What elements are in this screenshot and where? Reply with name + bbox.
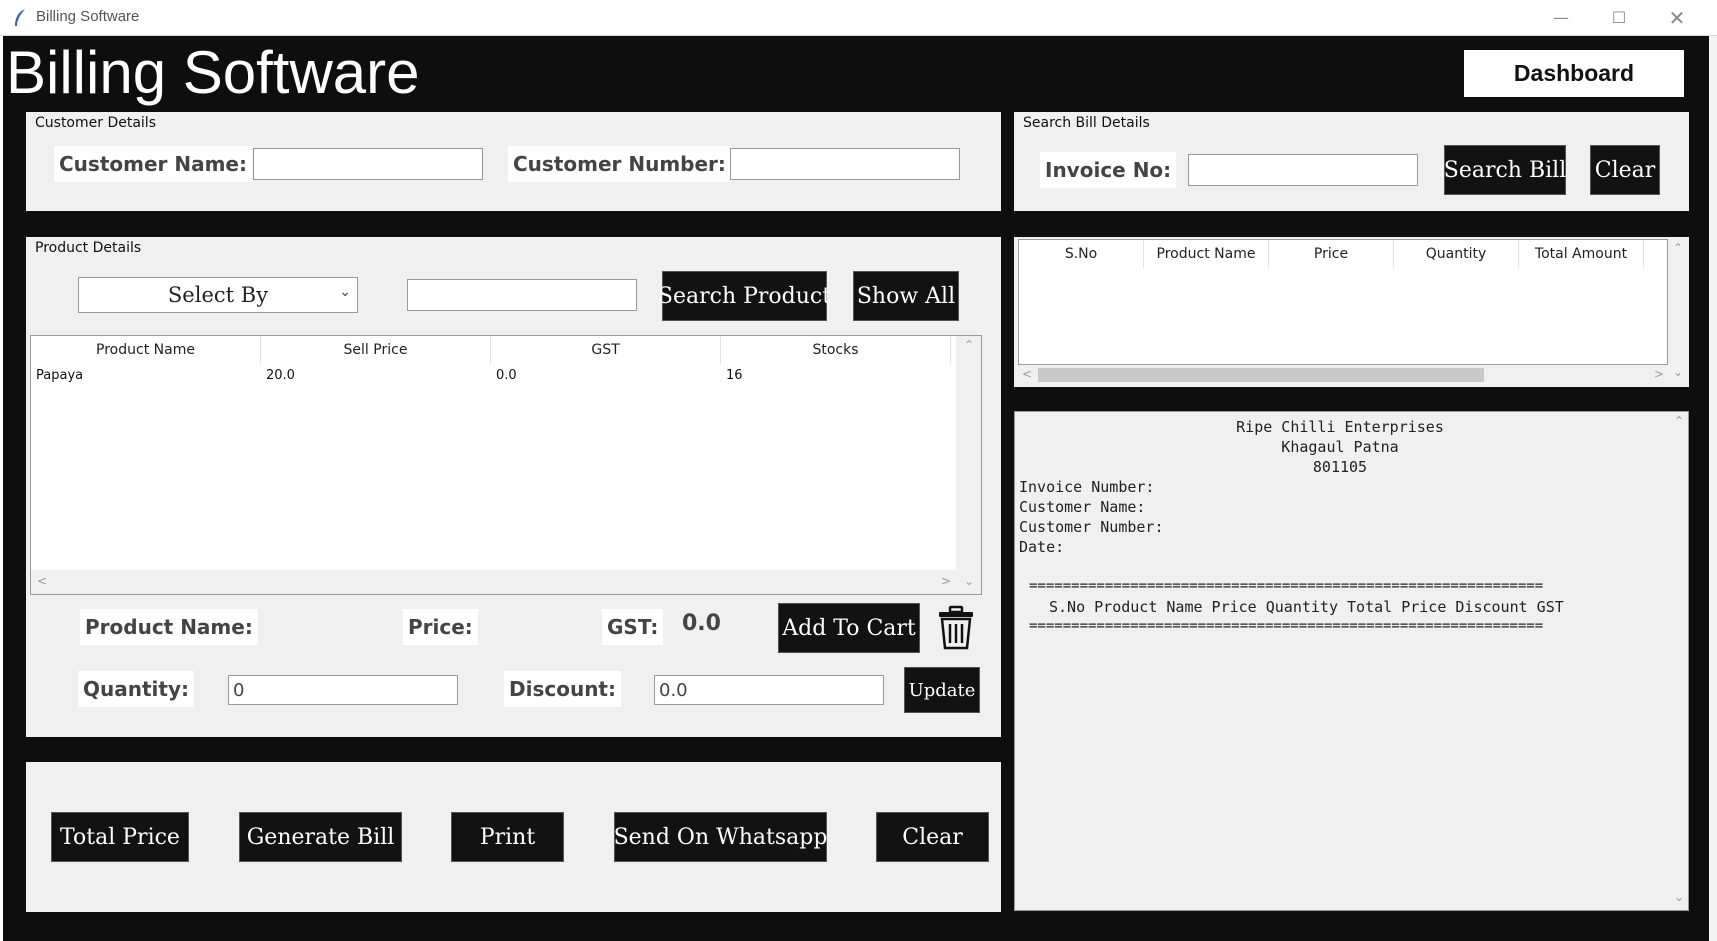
scroll-down-icon[interactable]: ⌄ [1674,890,1684,904]
scroll-left-icon[interactable]: < [37,574,47,588]
feather-icon [15,9,25,26]
bill-separator: ========================================… [1029,578,1544,594]
search-bill-button[interactable]: Search Bill [1444,145,1566,195]
actions-panel: Total Price Generate Bill Print Send On … [26,762,1001,912]
cart-table[interactable]: S.No Product Name Price Quantity Total A… [1018,239,1668,365]
search-bill-label: Search Bill Details [1023,115,1150,131]
scrollbar-thumb[interactable] [1038,368,1484,382]
customer-number-label: Customer Number: [508,146,731,182]
gst-label: GST: [602,609,664,645]
bill-separator: ========================================… [1029,618,1544,634]
total-price-button[interactable]: Total Price [51,812,189,862]
maximize-icon[interactable]: ☐ [1596,4,1642,32]
invoice-no-label: Invoice No: [1040,152,1177,188]
gst-value: 0.0 [682,611,721,636]
window-title: Billing Software [36,8,140,25]
customer-details-label: Customer Details [35,115,156,131]
column-header[interactable]: Product Name [1144,240,1269,268]
table-cell: 16 [726,368,743,383]
product-table[interactable]: Product Name Sell Price GST Stocks Papay… [30,335,982,595]
bill-invoice-number: Invoice Number: [1019,478,1155,496]
bill-company-city: Khagaul Patna [1281,438,1399,456]
quantity-input[interactable] [228,675,458,705]
table-cell: 20.0 [266,368,295,383]
clear-button[interactable]: Clear [876,812,989,862]
generate-bill-button[interactable]: Generate Bill [239,812,402,862]
bill-date: Date: [1019,538,1065,556]
print-button[interactable]: Print [451,812,564,862]
window-edge [1709,36,1717,941]
trash-icon[interactable] [937,605,975,651]
horizontal-scrollbar[interactable]: < > [1018,365,1668,385]
price-label: Price: [403,609,478,645]
column-header[interactable]: Stocks [721,336,951,364]
scroll-down-icon[interactable]: ⌄ [964,574,974,588]
discount-label: Discount: [504,671,621,707]
column-header[interactable]: Product Name [31,336,261,364]
search-bill-clear-button[interactable]: Clear [1590,145,1660,195]
dashboard-button[interactable]: Dashboard [1464,50,1684,97]
vertical-scrollbar[interactable]: ⌃ ⌄ [956,336,981,594]
column-header[interactable]: GST [491,336,721,364]
product-search-input[interactable] [407,279,637,311]
scroll-up-icon[interactable]: ⌃ [1673,241,1683,255]
customer-name-input[interactable] [253,148,483,180]
cart-panel: S.No Product Name Price Quantity Total A… [1014,237,1689,387]
column-header[interactable]: Quantity [1394,240,1519,268]
window-title-bar: Billing Software — ☐ ✕ [0,0,1717,36]
add-to-cart-button[interactable]: Add To Cart [778,603,920,653]
vertical-scrollbar[interactable]: ⌃ ⌄ [1668,239,1688,385]
scroll-right-icon[interactable]: > [1654,367,1664,381]
scroll-up-icon[interactable]: ⌃ [964,338,974,352]
quantity-label: Quantity: [78,671,194,707]
column-header[interactable]: Price [1269,240,1394,268]
bill-customer-number: Customer Number: [1019,518,1164,536]
update-button[interactable]: Update [904,667,980,713]
scroll-down-icon[interactable]: ⌄ [1673,365,1683,379]
chevron-down-icon: ⌄ [339,284,351,300]
product-details-panel: Product Details Select By ⌄ Search Produ… [26,237,1001,737]
product-name-label: Product Name: [80,609,258,645]
search-bill-panel: Search Bill Details Invoice No: Search B… [1014,112,1689,211]
bill-customer-name: Customer Name: [1019,498,1146,516]
send-whatsapp-button[interactable]: Send On Whatsapp [614,812,827,862]
column-header[interactable]: Sell Price [261,336,491,364]
scroll-right-icon[interactable]: > [941,574,951,588]
bill-company-name: Ripe Chilli Enterprises [1236,418,1444,436]
select-by-value: Select By [167,283,269,307]
table-row[interactable]: Papaya 20.0 0.0 16 [31,364,951,388]
customer-name-label: Customer Name: [54,146,252,182]
vertical-scrollbar[interactable]: ⌃ ⌄ [1670,412,1688,910]
select-by-dropdown[interactable]: Select By ⌄ [78,277,358,313]
minimize-icon[interactable]: — [1538,4,1584,32]
discount-input[interactable] [654,675,884,705]
column-header[interactable]: S.No [1019,240,1144,268]
bill-header-row: S.No Product Name Price Quantity Total P… [1049,598,1564,616]
table-cell: Papaya [36,368,84,383]
horizontal-scrollbar[interactable]: < > [31,570,956,594]
scroll-up-icon[interactable]: ⌃ [1674,414,1684,428]
search-product-button[interactable]: Search Product [658,271,831,321]
close-icon[interactable]: ✕ [1654,4,1700,32]
scroll-left-icon[interactable]: < [1022,367,1032,381]
customer-number-input[interactable] [730,148,960,180]
show-all-button[interactable]: Show All [853,271,959,321]
product-details-label: Product Details [35,240,142,256]
customer-details-panel: Customer Details Customer Name: Customer… [26,112,1001,211]
column-header[interactable]: Total Amount [1519,240,1644,268]
table-cell: 0.0 [496,368,517,383]
bill-company-pincode: 801105 [1312,458,1368,476]
invoice-no-input[interactable] [1188,154,1418,186]
bill-textarea[interactable]: Ripe Chilli Enterprises Khagaul Patna 80… [1014,411,1689,911]
app-title: Billing Software [6,39,420,106]
